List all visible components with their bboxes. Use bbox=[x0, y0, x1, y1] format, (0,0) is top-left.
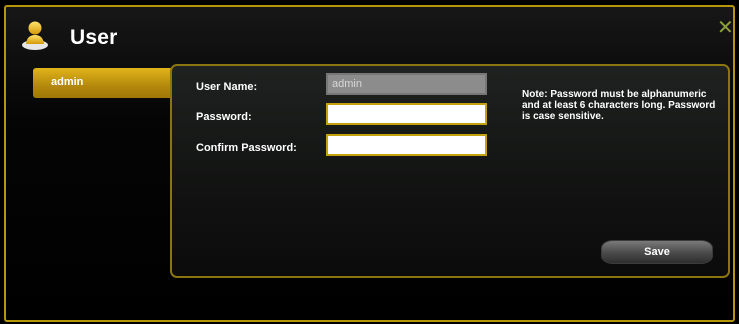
save-button[interactable]: Save bbox=[601, 240, 713, 264]
password-field[interactable] bbox=[326, 103, 487, 125]
username-label: User Name: bbox=[196, 81, 258, 93]
close-icon[interactable]: ✕ bbox=[717, 18, 737, 38]
user-icon bbox=[22, 21, 48, 50]
sidebar-item-admin[interactable]: admin bbox=[33, 68, 174, 98]
confirm-password-label: Confirm Password: bbox=[196, 142, 297, 154]
password-note: Note: Password must be alphanumeric and … bbox=[522, 89, 716, 122]
username-field bbox=[326, 73, 487, 95]
password-label: Password: bbox=[196, 111, 252, 123]
confirm-password-field[interactable] bbox=[326, 134, 487, 156]
dialog-title: User bbox=[70, 26, 118, 49]
